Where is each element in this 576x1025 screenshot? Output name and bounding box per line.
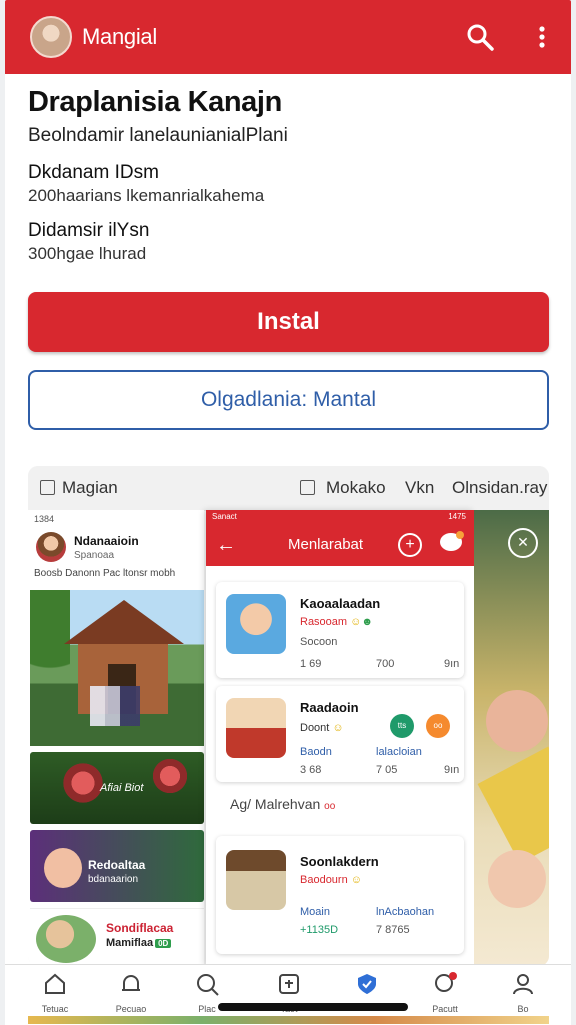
gallery-tab-1[interactable]: Magian: [62, 478, 118, 498]
emoji-icon: ☻: [361, 616, 373, 628]
post-caption: Boosb Danonn Pac ltonsr mobh: [34, 568, 176, 579]
chat-icon: [440, 531, 464, 551]
nav-home[interactable]: Tetuac: [25, 971, 85, 1019]
post-handle: Spanoaa: [74, 550, 115, 561]
info-row-1-title: Dkdanam IDsm: [28, 162, 159, 183]
post-card: Kaoaalaadan Rasooam ☺☻ Socoon 1 69 700 9…: [216, 582, 464, 678]
nav-gift[interactable]: Taot: [259, 971, 319, 1019]
secondary-action-button[interactable]: Olgadlania: Mantal: [28, 370, 549, 430]
checkbox-icon[interactable]: [300, 480, 315, 495]
emoji-icon: ☺: [350, 874, 363, 886]
nav-search[interactable]: Plac: [177, 971, 237, 1019]
top-app-bar: Mangial: [5, 0, 571, 74]
phone-title: Menlarabat: [288, 536, 364, 553]
screenshot-phone[interactable]: Sanact 1475 ← Menlarabat + Kaoaalaadan R…: [206, 510, 474, 966]
house-photo: [30, 590, 204, 746]
nav-alerts[interactable]: Pacutt: [415, 971, 475, 1019]
thumbnail: [226, 850, 286, 910]
info-row-2-title: Didamsir ilYsn: [28, 220, 150, 241]
add-icon: +: [398, 533, 422, 557]
post-author: Ndanaaioin: [74, 534, 139, 548]
screenshot-partial[interactable]: ✕: [474, 510, 549, 966]
account-alert-icon: [435, 972, 457, 992]
gallery-tabs: Magian Mokako Vkn Olnsidan.ray: [28, 466, 549, 511]
gallery-tab-2[interactable]: Mokako: [326, 478, 386, 498]
gift-icon: [279, 974, 299, 994]
feed-item-subtitle: Mamiflaa 0D: [106, 937, 172, 949]
emoji-icon: ☺: [350, 616, 362, 628]
avatar: [36, 532, 66, 562]
search-icon: [197, 974, 219, 996]
photo-label: Afiai Biot: [100, 782, 144, 794]
status-time: 1384: [34, 514, 55, 524]
post-card: Soonlakdern Baodourn ☺ Moain lnAcbaohan …: [216, 836, 464, 954]
checkbox-icon[interactable]: [40, 480, 55, 495]
home-icon: [45, 973, 65, 994]
feed-item: Sondiflacaa Mamiflaa 0D: [30, 908, 204, 966]
post-card: Raadaoin Doont ☺ tts oo Baodn lalacloian…: [216, 686, 464, 782]
photo-subtitle: bdanaarion: [88, 874, 139, 885]
emoji-icon: ☺: [332, 722, 344, 734]
nav-profile[interactable]: Bo: [493, 971, 553, 1019]
bell-icon: [122, 975, 140, 991]
kid-photo: Redoaltaa bdanaarion: [30, 830, 204, 902]
section-label: Ag/ Malrehvan oo: [230, 796, 336, 812]
screenshot-gallery[interactable]: Magian Mokako Vkn Olnsidan.ray 1384 Ndan…: [28, 466, 549, 966]
nav-notifications[interactable]: Pecuao: [101, 971, 161, 1019]
shield-icon: [358, 974, 376, 994]
back-arrow-icon: ←: [216, 534, 236, 556]
info-row-1-value: 200haarians lkemanrialkahema: [28, 186, 265, 205]
photo-title: Redoaltaa: [88, 858, 146, 872]
close-icon: ✕: [508, 528, 538, 558]
avatar: [226, 594, 286, 654]
nav-protect[interactable]: [337, 971, 397, 1019]
search-icon[interactable]: [465, 22, 495, 52]
developer-name[interactable]: Beolndamir lanelaunianialPlani: [28, 125, 288, 147]
avatar[interactable]: [30, 16, 72, 58]
screenshot-feed[interactable]: 1384 Ndanaaioin Spanoaa Boosb Danonn Pac…: [28, 510, 204, 966]
person-icon: [513, 974, 533, 995]
install-button[interactable]: Instal: [28, 292, 549, 352]
garden-photo: Afiai Biot: [30, 752, 204, 824]
app-name: Draplanisia Kanajn: [28, 86, 282, 118]
info-row-2-value: 300hgae lhurad: [28, 244, 147, 263]
gallery-tab-3[interactable]: Vkn: [405, 478, 434, 498]
feed-item-title: Sondiflacaa: [106, 921, 174, 935]
badge: 0D: [155, 939, 172, 948]
app-bar-title: Mangial: [82, 24, 157, 49]
gallery-tab-4[interactable]: Olnsidan.ray: [452, 478, 547, 498]
more-vert-icon[interactable]: [531, 22, 553, 52]
avatar: [226, 698, 286, 758]
next-screenshot-edge: [28, 1016, 549, 1024]
phone-status-bar: Sanact 1475: [206, 510, 474, 524]
home-indicator: [218, 1003, 408, 1011]
phone-app-bar: ← Menlarabat +: [206, 524, 474, 566]
